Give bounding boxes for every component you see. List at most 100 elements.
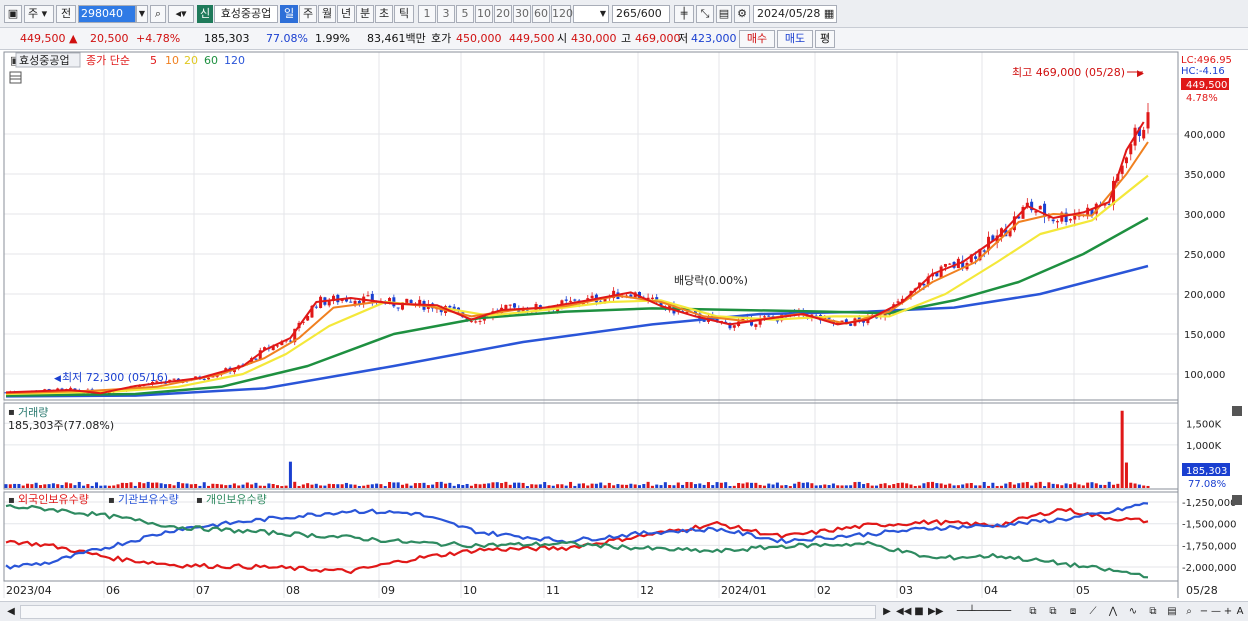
save-icon[interactable]: ▤	[716, 5, 732, 23]
stock-code-input[interactable]: 298040	[78, 5, 136, 23]
interval-3-button[interactable]: 3	[437, 5, 455, 23]
volume-bar	[21, 485, 25, 488]
zoom-slider[interactable]: ──┴──────	[948, 605, 1020, 619]
overlay-icon[interactable]: ⧈	[1064, 605, 1082, 619]
date-tick-label: 03	[899, 584, 913, 597]
volume-bar	[961, 484, 965, 488]
volume-bar	[741, 483, 745, 488]
rewind-icon[interactable]: ◀◀	[896, 605, 911, 619]
bar-count-field[interactable]: 265/600	[612, 5, 670, 23]
interval-120-button[interactable]: 120	[551, 5, 573, 23]
volume-bar	[982, 481, 986, 488]
scroll-right-icon[interactable]: ▶	[880, 605, 894, 619]
interval-20-button[interactable]: 20	[494, 5, 512, 23]
volume-bar	[827, 485, 831, 488]
volume-bar	[456, 484, 460, 488]
volume-bar	[1004, 483, 1008, 488]
split-view-icon[interactable]: ⧉	[1024, 605, 1042, 619]
zoom-in-icon[interactable]: +	[1222, 605, 1234, 619]
volume-bar	[73, 485, 77, 488]
volume-bar	[1068, 484, 1072, 488]
period-tick-tab[interactable]: 틱	[394, 5, 414, 23]
period-month-tab[interactable]: 월	[318, 5, 336, 23]
interval-60-button[interactable]: 60	[532, 5, 550, 23]
price-tick-label: 200,000	[1184, 290, 1225, 301]
interval-1-button[interactable]: 1	[418, 5, 436, 23]
date-tick-label: 10	[463, 584, 477, 597]
zoom-search-icon[interactable]: ⌕	[1182, 605, 1196, 619]
volume-bar	[1112, 484, 1116, 488]
buy-button[interactable]: 매수	[739, 30, 775, 48]
stock-chart-svg[interactable]: 400,000 350,000 300,000 250,000 200,000 150,0…	[0, 50, 1248, 601]
interval-10-button[interactable]: 10	[475, 5, 493, 23]
prev-button[interactable]: 전	[56, 5, 76, 23]
volume-bar	[263, 485, 267, 488]
volume-bar	[870, 485, 874, 488]
volume-bar	[892, 484, 896, 488]
sell-button[interactable]: 매도	[777, 30, 813, 48]
data-table-icon[interactable]	[9, 71, 22, 84]
compare-icon[interactable]: ⧉	[1044, 605, 1062, 619]
candle-type-icon[interactable]: ╪	[674, 5, 694, 23]
candle-body	[508, 304, 512, 306]
speaker-icon[interactable]: ◂▾	[168, 5, 194, 23]
low-price: 423,000	[691, 32, 737, 45]
code-dropdown-icon[interactable]: ▼	[136, 5, 148, 23]
auto-scale-icon[interactable]: A	[1234, 605, 1246, 619]
volume-bar	[452, 485, 456, 488]
volume-bar	[862, 484, 866, 488]
period-day-tab[interactable]: 일	[280, 5, 298, 23]
period-minute-tab[interactable]: 분	[356, 5, 374, 23]
candle-body	[1038, 205, 1042, 210]
interval-30-button[interactable]: 30	[513, 5, 531, 23]
window-menu-icon[interactable]: ▣	[4, 5, 22, 23]
candle-body	[469, 321, 473, 323]
open-price: 430,000	[571, 32, 617, 45]
print-icon[interactable]: ▤	[1164, 605, 1180, 619]
pattern-icon[interactable]: ⋀	[1104, 605, 1122, 619]
draw-tool-icon[interactable]: ⤡	[696, 5, 714, 23]
scroll-left-icon[interactable]: ◀	[4, 605, 18, 619]
volume-panel-menu-icon[interactable]: ▪	[8, 407, 15, 418]
low-annotation-arrowhead: ◀	[54, 374, 61, 384]
evaluate-button[interactable]: 평	[815, 30, 835, 48]
volume-bar	[336, 484, 340, 488]
layout-icon[interactable]: ⧉	[1144, 605, 1162, 619]
volume-panel-close-icon[interactable]	[1232, 406, 1242, 416]
period-second-tab[interactable]: 초	[375, 5, 393, 23]
volume-bar	[431, 484, 435, 488]
volume-bar	[1017, 483, 1021, 488]
gear-icon[interactable]: ⚙	[734, 5, 750, 23]
zoom-line-icon[interactable]: —	[1210, 605, 1222, 619]
holdings-legend-foreign: 외국인보유수량	[18, 493, 89, 506]
custom-interval-select[interactable]: ▼	[573, 5, 609, 23]
bottom-scrollbar[interactable]: ◀ ▶ ◀◀ ■ ▶▶ ──┴────── ⧉ ⧉ ⧈ ⟋ ⋀ ∿ ⧉ ▤ ⌕ …	[0, 601, 1248, 621]
ma-legend-10: 10	[165, 54, 179, 67]
forward-icon[interactable]: ▶▶	[928, 605, 943, 619]
date-field[interactable]: 2024/05/28 ▦	[753, 5, 837, 23]
holdings-panel-close-icon[interactable]	[1232, 495, 1242, 505]
scroll-track[interactable]	[20, 605, 876, 619]
zoom-out-icon[interactable]: −	[1198, 605, 1210, 619]
search-icon[interactable]: ⌕	[150, 5, 166, 23]
change-percent: +4.78%	[136, 32, 181, 45]
dividend-annotation: 배당락(0.00%)	[674, 274, 748, 287]
market-select[interactable]: 주 ▾	[24, 5, 54, 23]
chart-area[interactable]: 400,000 350,000 300,000 250,000 200,000 150,0…	[0, 50, 1248, 601]
volume-bar	[659, 485, 663, 488]
volume-bar	[1051, 483, 1055, 488]
candle-body	[504, 304, 508, 310]
wave-icon[interactable]: ∿	[1124, 605, 1142, 619]
volume-bar	[1064, 483, 1068, 488]
period-week-tab[interactable]: 주	[299, 5, 317, 23]
period-year-tab[interactable]: 년	[337, 5, 355, 23]
interval-5-button[interactable]: 5	[456, 5, 474, 23]
volume-bar	[215, 483, 219, 488]
trendline-icon[interactable]: ⟋	[1084, 605, 1102, 619]
volume-bar	[474, 483, 478, 488]
holdings-tick-label: -1,250,000	[1182, 498, 1237, 509]
stop-icon[interactable]: ■	[912, 605, 926, 619]
candle-body	[943, 264, 947, 267]
volume-bar	[594, 483, 598, 488]
volume-bar	[1012, 484, 1016, 488]
